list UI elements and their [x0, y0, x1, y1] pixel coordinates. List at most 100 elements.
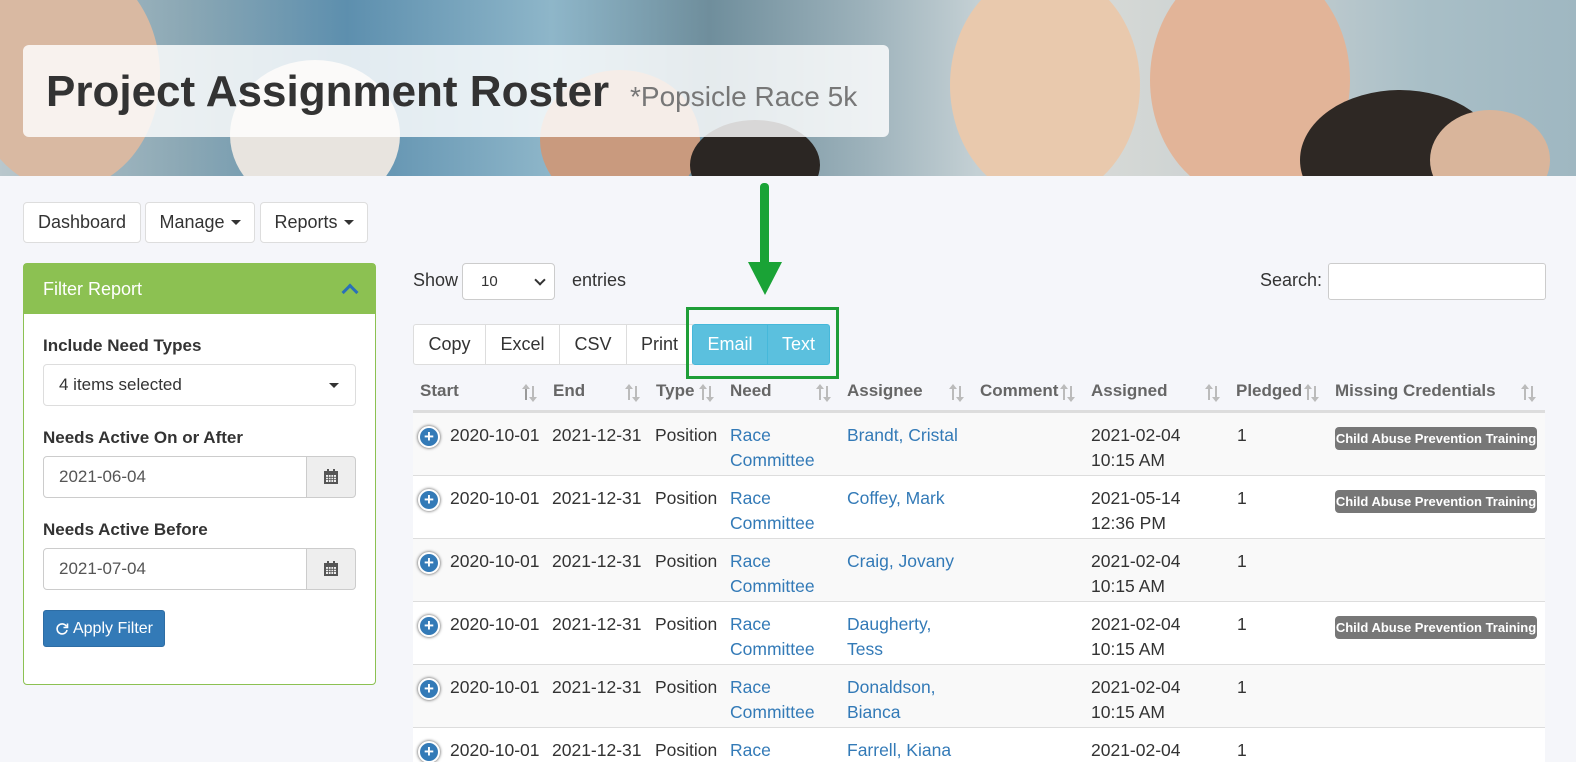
header-start[interactable]: Start	[420, 381, 459, 411]
cell-end: 2021-12-31	[552, 551, 642, 571]
header-end[interactable]: End	[553, 381, 585, 411]
cell-assignee-link[interactable]: Farrell, Kiana	[847, 738, 951, 762]
copy-button[interactable]: Copy	[413, 324, 486, 365]
assigned-time: 10:15 AM	[1091, 702, 1165, 722]
sort-icon[interactable]	[816, 384, 831, 402]
active-after-value: 2021-06-04	[59, 467, 146, 486]
print-button[interactable]: Print	[626, 324, 693, 365]
search-label: Search:	[1260, 270, 1323, 290]
caret-down-icon	[329, 383, 339, 388]
cell-assignee-link[interactable]: Daugherty, Tess	[847, 612, 931, 662]
cell-assignee-link[interactable]: Brandt, Cristal	[847, 423, 958, 448]
sort-icon[interactable]	[699, 384, 714, 402]
sort-icon[interactable]	[1304, 384, 1319, 402]
cell-type: Position	[655, 425, 718, 445]
cell-assigned: 2021-02-04	[1091, 740, 1181, 760]
cell-need-link[interactable]: Race	[730, 738, 771, 762]
header-comment[interactable]: Comment	[980, 381, 1058, 411]
table-row: + 2020-10-01 2021-12-31 Position Race Com…	[413, 602, 1545, 665]
table-row: + 2020-10-01 2021-12-31 Position Race Com…	[413, 539, 1545, 602]
cell-need-link[interactable]: Race Committee	[730, 549, 815, 599]
expand-row-icon[interactable]: +	[418, 678, 440, 700]
cell-assignee-link[interactable]: Craig, Jovany	[847, 549, 954, 574]
sort-icon[interactable]	[625, 384, 640, 402]
assigned-time: 10:15 AM	[1091, 576, 1165, 596]
caret-down-icon	[343, 220, 354, 225]
assignee-line: Craig, Jovany	[847, 551, 954, 571]
credential-badge: Child Abuse Prevention Training	[1335, 427, 1537, 450]
cell-assignee-link[interactable]: Donaldson, Bianca	[847, 675, 936, 725]
sort-icon[interactable]	[1060, 384, 1075, 402]
assigned-date: 2021-02-04	[1091, 677, 1181, 697]
expand-row-icon[interactable]: +	[418, 741, 440, 762]
expand-row-icon[interactable]: +	[418, 426, 440, 448]
sort-asc-icon[interactable]	[522, 384, 537, 402]
header-type[interactable]: Type	[656, 381, 694, 411]
cell-type: Position	[655, 551, 718, 571]
annotation-arrow-icon	[760, 183, 769, 269]
apply-filter-button[interactable]: Apply Filter	[43, 610, 165, 647]
header-assigned[interactable]: Assigned	[1091, 381, 1168, 411]
page-subtitle: *Popsicle Race 5k	[630, 81, 858, 112]
sort-icon[interactable]	[1521, 384, 1536, 402]
cell-need-link[interactable]: Race Committee	[730, 675, 815, 725]
active-before-label: Needs Active Before	[43, 520, 208, 539]
cell-start: 2020-10-01	[450, 551, 540, 571]
active-after-label: Needs Active On or After	[43, 428, 243, 447]
cell-pledged: 1	[1237, 740, 1247, 760]
reports-menu-button[interactable]: Reports	[260, 202, 368, 243]
header-missing-credentials[interactable]: Missing Credentials	[1335, 381, 1496, 411]
assignee-line: Tess	[847, 639, 883, 659]
excel-button[interactable]: Excel	[485, 324, 560, 365]
cell-need-link[interactable]: Race Committee	[730, 612, 815, 662]
need-line: Race	[730, 614, 771, 634]
cell-start: 2020-10-01	[450, 740, 540, 760]
expand-row-icon[interactable]: +	[418, 552, 440, 574]
chevron-up-icon[interactable]	[341, 283, 359, 301]
dashboard-button[interactable]: Dashboard	[23, 202, 141, 243]
active-before-input[interactable]: 2021-07-04	[43, 548, 307, 590]
cell-end: 2021-12-31	[552, 677, 642, 697]
need-line: Committee	[730, 639, 815, 659]
cell-assigned: 2021-02-04 10:15 AM	[1091, 549, 1181, 599]
page-title: Project Assignment Roster	[46, 67, 610, 116]
assigned-date: 2021-05-14	[1091, 488, 1181, 508]
csv-button[interactable]: CSV	[559, 324, 627, 365]
need-line: Race	[730, 551, 771, 571]
cell-pledged: 1	[1237, 677, 1247, 697]
cell-need-link[interactable]: Race Committee	[730, 423, 815, 473]
need-types-select[interactable]: 4 items selected	[43, 364, 356, 406]
sort-icon[interactable]	[949, 384, 964, 402]
need-line: Committee	[730, 576, 815, 596]
cell-need-link[interactable]: Race Committee	[730, 486, 815, 536]
search-input[interactable]	[1328, 263, 1546, 300]
expand-row-icon[interactable]: +	[418, 615, 440, 637]
active-before-value: 2021-07-04	[59, 559, 146, 578]
cell-assigned: 2021-02-04 10:15 AM	[1091, 675, 1181, 725]
header-assignee[interactable]: Assignee	[847, 381, 923, 411]
filter-panel-header[interactable]: Filter Report	[24, 264, 375, 314]
filter-panel: Filter Report Include Need Types 4 items…	[23, 263, 376, 685]
active-after-input[interactable]: 2021-06-04	[43, 456, 307, 498]
header-need[interactable]: Need	[730, 381, 772, 411]
refresh-icon	[56, 622, 69, 635]
page-length-select[interactable]: 10	[462, 263, 555, 300]
banner-photo-face	[950, 0, 1140, 176]
active-after-calendar-button[interactable]	[306, 456, 356, 498]
header-pledged[interactable]: Pledged	[1236, 381, 1302, 411]
print-label: Print	[640, 334, 678, 354]
cell-assignee-link[interactable]: Coffey, Mark	[847, 486, 945, 511]
manage-menu-button[interactable]: Manage	[145, 202, 255, 243]
cell-start: 2020-10-01	[450, 425, 540, 445]
cell-start: 2020-10-01	[450, 614, 540, 634]
sort-icon[interactable]	[1205, 384, 1220, 402]
assigned-time: 10:15 AM	[1091, 639, 1165, 659]
active-before-calendar-button[interactable]	[306, 548, 356, 590]
page-length-value: 10	[481, 273, 498, 290]
manage-label: Manage	[159, 212, 225, 232]
expand-row-icon[interactable]: +	[418, 489, 440, 511]
assigned-time: 10:15 AM	[1091, 450, 1165, 470]
cell-assigned: 2021-02-04 10:15 AM	[1091, 423, 1181, 473]
need-line: Committee	[730, 513, 815, 533]
assignee-line: Bianca	[847, 702, 901, 722]
